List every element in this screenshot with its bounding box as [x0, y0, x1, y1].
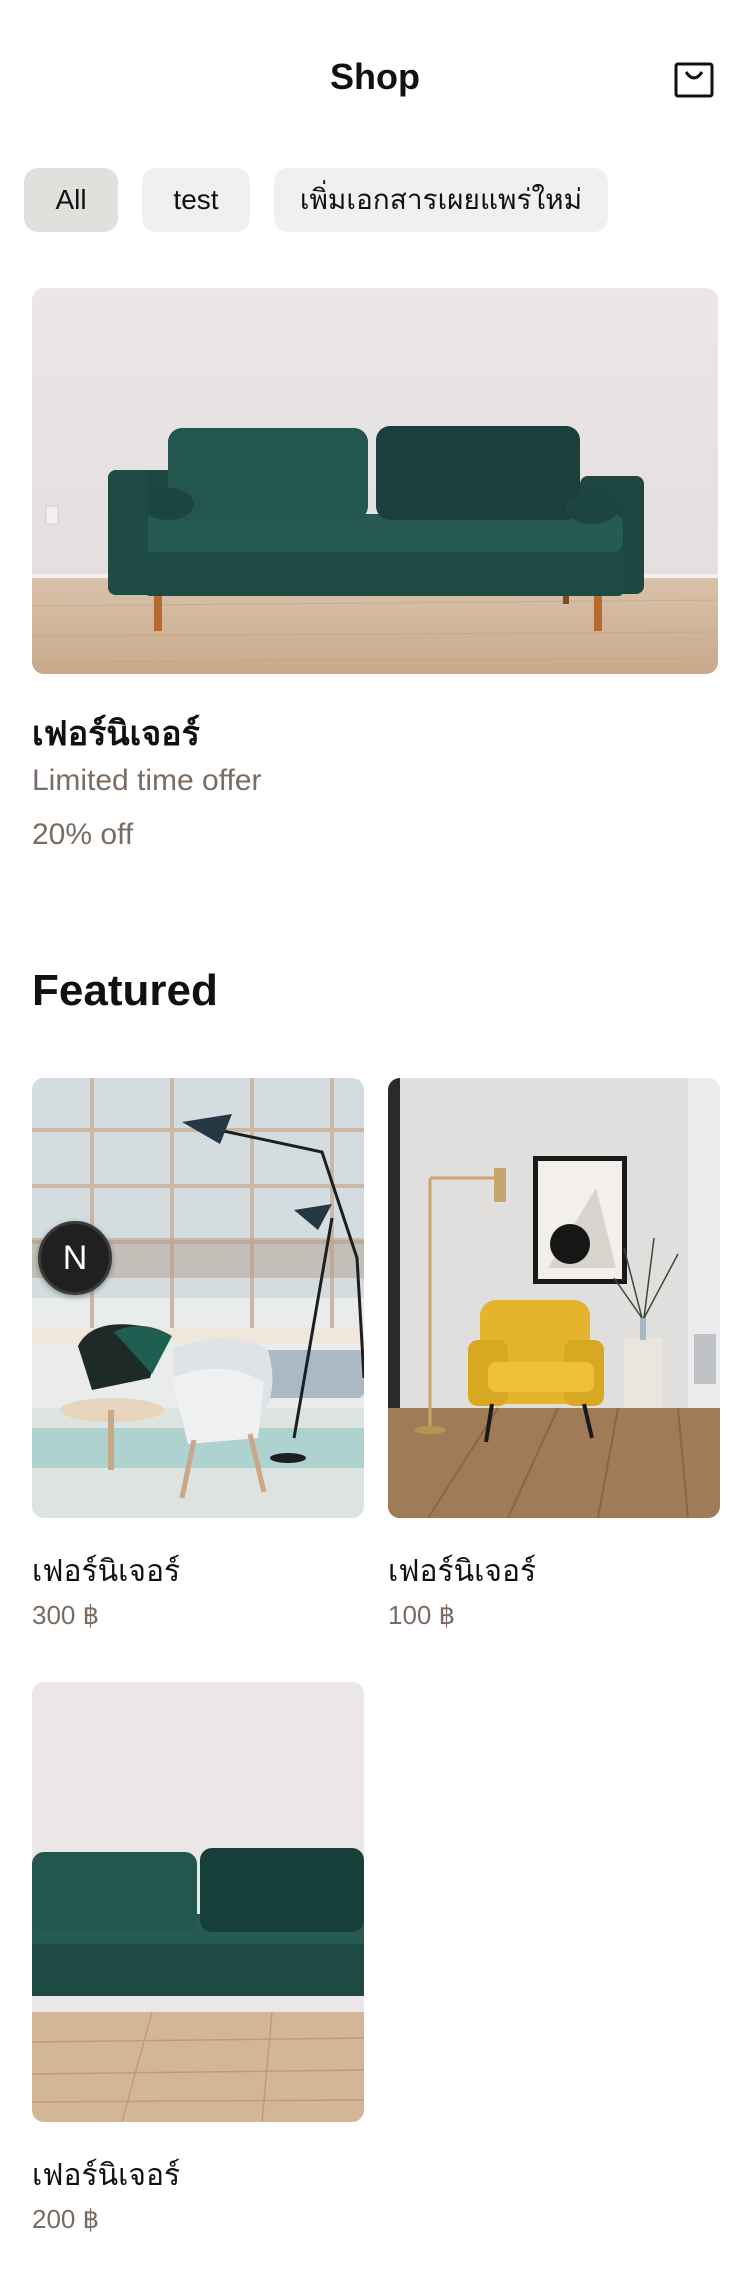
- product-price: 300 ฿: [32, 1600, 100, 1630]
- shopping-bag-icon: [674, 62, 714, 98]
- app-header: Shop: [0, 0, 750, 150]
- product-image-green-sofa[interactable]: [32, 1682, 364, 2122]
- product-image-lamp-chairs[interactable]: [32, 1078, 364, 1518]
- cart-button[interactable]: [670, 60, 718, 100]
- category-filter: All test เพิ่มเอกสารเผยแพร่ใหม่: [24, 168, 608, 232]
- hero-discount: 20% off: [32, 818, 134, 851]
- dev-tools-badge[interactable]: N: [38, 1221, 112, 1295]
- product-name[interactable]: เฟอร์นิเจอร์: [32, 2152, 180, 2199]
- product-image-yellow-armchair[interactable]: [388, 1078, 720, 1518]
- category-chip-new-publication[interactable]: เพิ่มเอกสารเผยแพร่ใหม่: [274, 168, 608, 232]
- category-chip-all[interactable]: All: [24, 168, 118, 232]
- product-name[interactable]: เฟอร์นิเจอร์: [388, 1548, 536, 1595]
- hero-subtitle: Limited time offer: [32, 764, 262, 797]
- hero-banner-image[interactable]: [32, 288, 718, 674]
- hero-title: เฟอร์นิเจอร์: [32, 715, 200, 753]
- page-title: Shop: [330, 56, 420, 97]
- product-price: 100 ฿: [388, 1600, 456, 1630]
- category-chip-test[interactable]: test: [142, 168, 250, 232]
- featured-heading: Featured: [32, 966, 218, 1015]
- product-price: 200 ฿: [32, 2204, 100, 2234]
- product-name[interactable]: เฟอร์นิเจอร์: [32, 1548, 180, 1595]
- shop-page: Shop All test เพิ่มเอกสารเผยแพร่ใหม่ เฟอ…: [0, 0, 750, 2292]
